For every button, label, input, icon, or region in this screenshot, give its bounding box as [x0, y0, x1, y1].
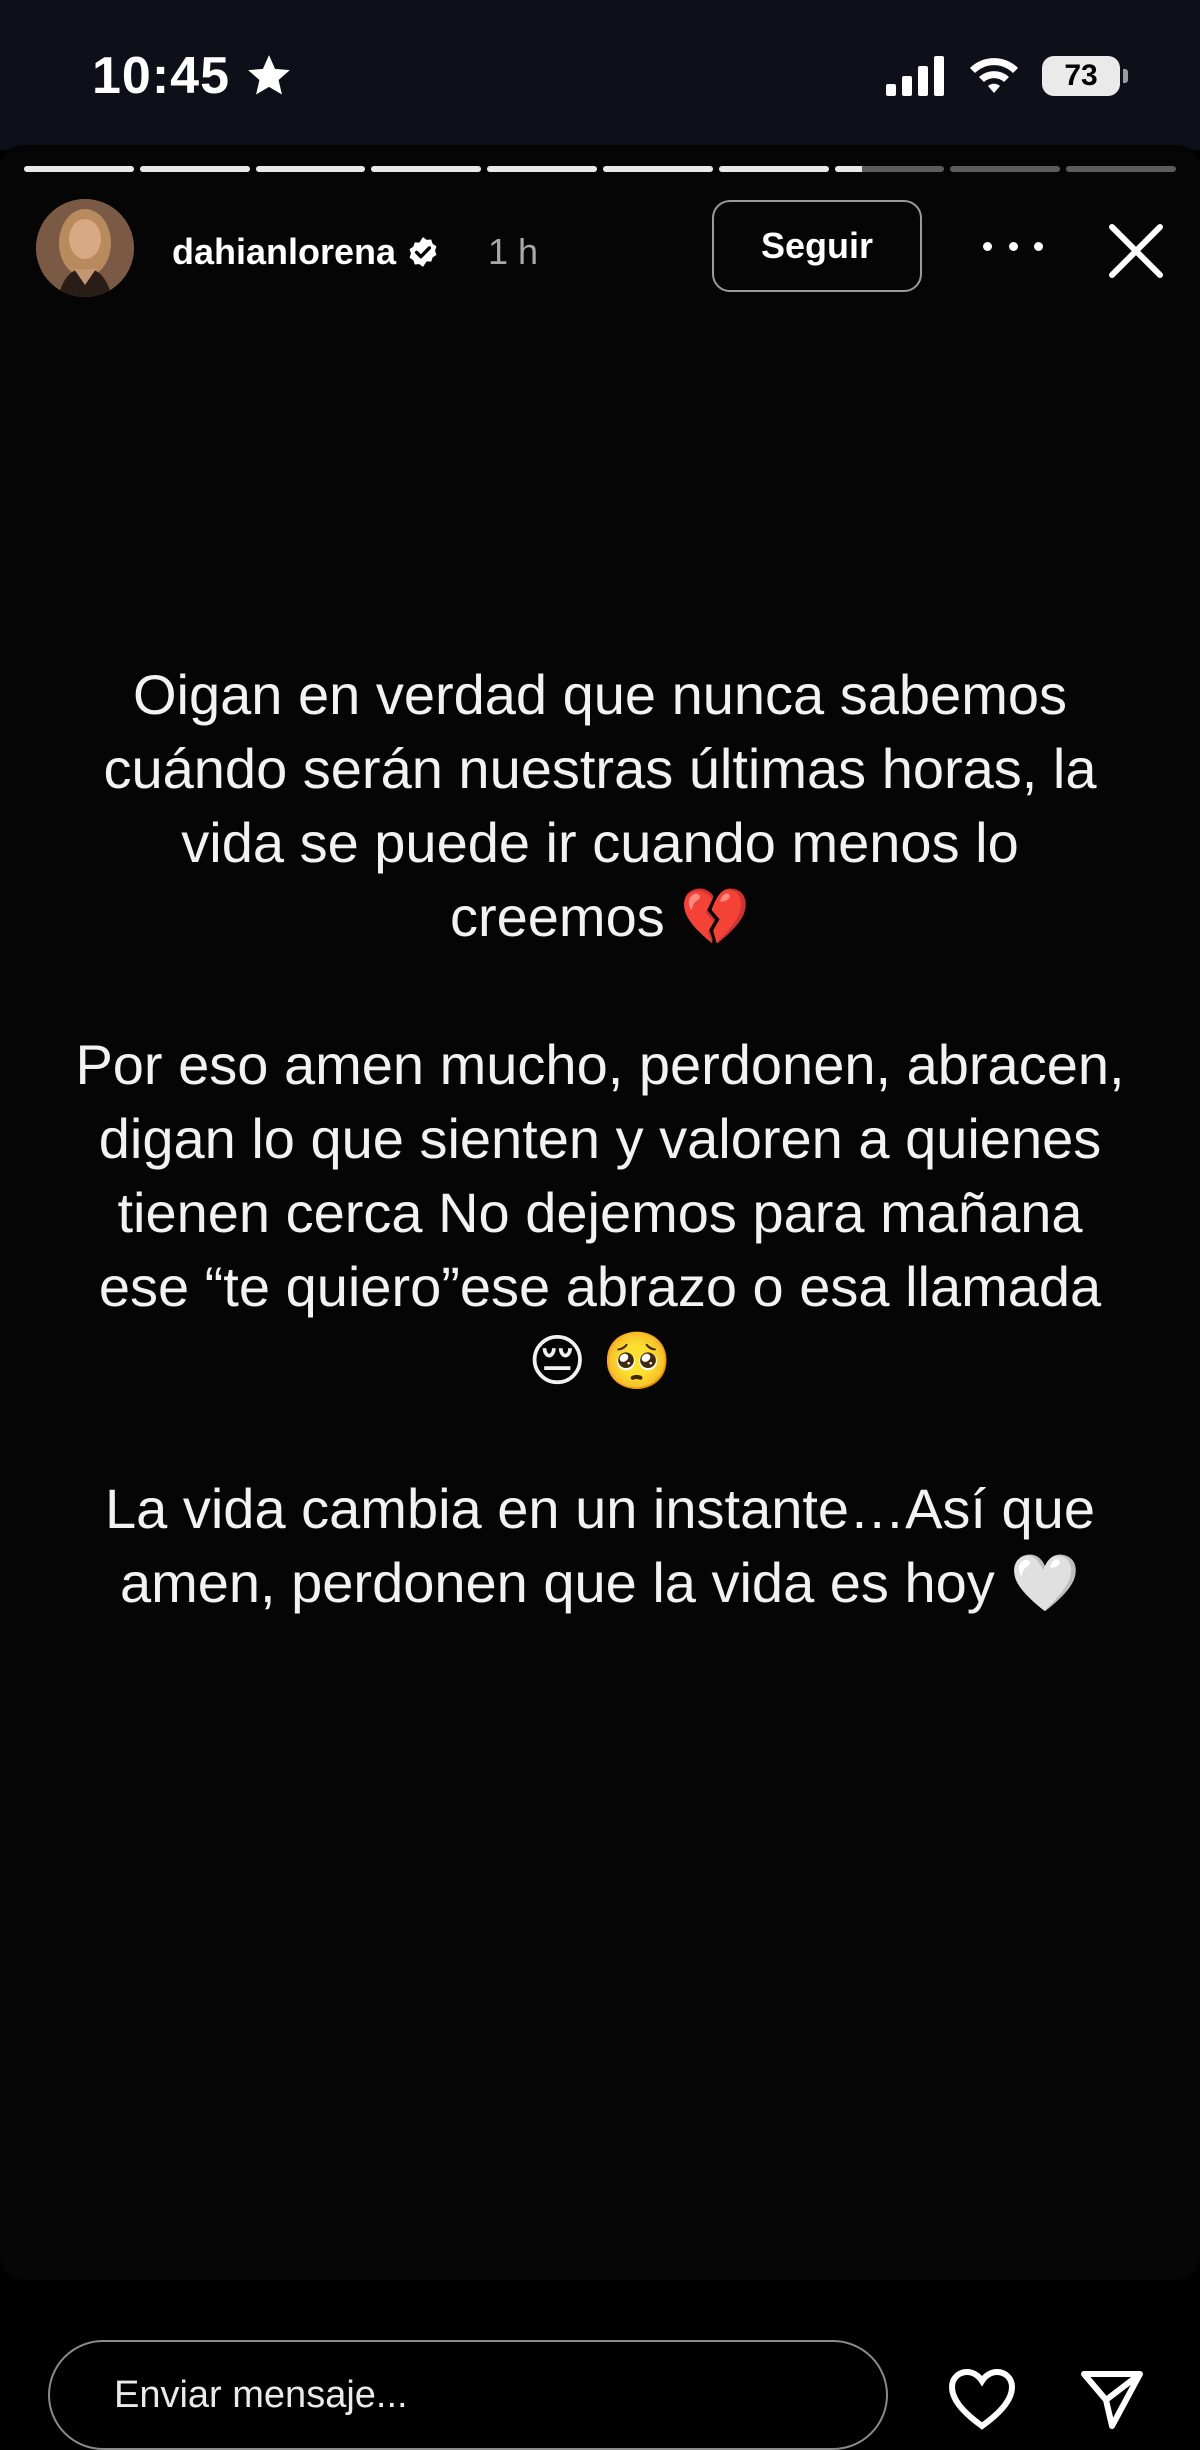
story-header: dahianlorena 1 h Seguir: [0, 195, 1200, 305]
status-icons: 73: [886, 56, 1128, 96]
wifi-icon: [970, 58, 1018, 93]
status-time: 10:45: [92, 46, 294, 106]
username-text[interactable]: dahianlorena: [172, 231, 396, 273]
progress-segment-fill: [139, 166, 250, 172]
progress-segment: [602, 166, 713, 172]
signal-icon: [886, 56, 944, 96]
avatar-image: [36, 199, 134, 297]
progress-segment: [255, 166, 366, 172]
battery-icon: 73: [1042, 56, 1128, 96]
star-icon: [248, 55, 290, 95]
progress-segment-fill: [487, 166, 597, 172]
message-input[interactable]: [48, 2340, 888, 2450]
progress-segment: [718, 166, 829, 172]
progress-segment-fill: [602, 166, 713, 172]
progress-segment-fill: [371, 166, 482, 172]
progress-segment: [487, 166, 597, 172]
progress-segment: [834, 166, 945, 172]
battery-level: 73: [1064, 59, 1098, 92]
progress-segment: [950, 166, 1061, 172]
progress-segment-fill: [834, 166, 863, 172]
reply-bar: [0, 2280, 1200, 2450]
story-progress-bar: [24, 166, 1176, 172]
progress-segment-fill: [24, 166, 134, 172]
progress-segment: [24, 166, 134, 172]
username[interactable]: dahianlorena: [172, 231, 440, 273]
follow-button[interactable]: Seguir: [712, 200, 922, 292]
avatar[interactable]: [36, 199, 134, 297]
send-icon[interactable]: [1080, 2368, 1144, 2430]
progress-segment: [371, 166, 482, 172]
close-icon[interactable]: [1100, 215, 1172, 287]
story-paragraph: Por eso amen mucho, perdonen, abracen, d…: [75, 1033, 1125, 1392]
progress-segment-fill: [718, 166, 829, 172]
status-time-text: 10:45: [92, 47, 230, 105]
post-time: 1 h: [488, 231, 539, 272]
status-bar: 10:45 73: [0, 0, 1200, 150]
more-options-icon[interactable]: [983, 231, 1043, 261]
story-text: Oigan en verdad que nunca sabemos cuándo…: [70, 658, 1130, 1620]
story-paragraph: La vida cambia en un instante…Así que am…: [105, 1477, 1095, 1614]
progress-segment: [139, 166, 250, 172]
progress-segment: [1066, 166, 1176, 172]
heart-icon[interactable]: [948, 2368, 1016, 2430]
story-paragraph: Oigan en verdad que nunca sabemos cuándo…: [103, 663, 1097, 948]
verified-badge-icon: [409, 237, 437, 267]
progress-segment-fill: [255, 166, 366, 172]
